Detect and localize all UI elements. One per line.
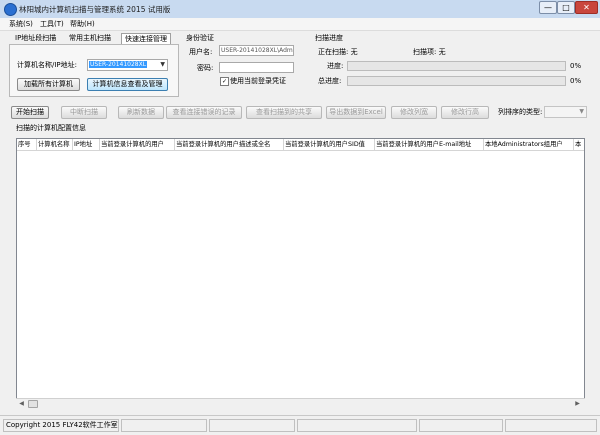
column-header-more[interactable]: 本 — [574, 139, 584, 151]
scanning-status: 正在扫描: 无 — [318, 48, 358, 56]
maximize-icon[interactable]: □ — [557, 1, 575, 14]
view-computer-info-button[interactable]: 计算机信息查看及管理 — [87, 78, 168, 91]
column-header-user-email[interactable]: 当前登录计算机的用户E-mail地址 — [375, 139, 484, 151]
menu-system[interactable]: 系统(S) — [9, 19, 33, 29]
sort-type-label: 列排序的类型: — [498, 108, 543, 116]
username-input[interactable]: USER-20141028XL\Admin — [219, 45, 294, 56]
refresh-data-button[interactable]: 刷新数据 — [118, 106, 164, 119]
view-shares-button[interactable]: 查看扫描到的共享 — [246, 106, 322, 119]
auth-group-title: 身份验证 — [186, 34, 214, 42]
status-cell-5 — [419, 419, 503, 432]
total-progress-bar — [347, 76, 566, 86]
edit-row-height-button[interactable]: 修改行高 — [441, 106, 489, 119]
load-all-computers-button[interactable]: 加载所有计算机 — [17, 78, 80, 91]
column-header-computer-name[interactable]: 计算机名称 — [37, 139, 73, 151]
progress-percent: 0% — [570, 62, 582, 70]
close-icon[interactable]: ✕ — [575, 1, 598, 14]
host-label: 计算机名称/IP地址: — [17, 61, 78, 69]
host-value: USER-20141028XL — [89, 61, 148, 68]
computer-info-table[interactable]: 序号 计算机名称 IP地址 当前登录计算机的用户 当前登录计算机的用户描述或全名… — [16, 138, 585, 409]
total-progress-label: 总进度: — [318, 77, 342, 85]
window-title: 林阳城内计算机扫描与管理系统 2015 试用版 — [19, 5, 171, 14]
scroll-right-icon[interactable]: ▶ — [573, 400, 582, 408]
menu-help[interactable]: 帮助(H) — [70, 19, 95, 29]
horizontal-scrollbar[interactable]: ◀ ▶ — [16, 398, 585, 409]
status-cell-6 — [505, 419, 597, 432]
chevron-down-icon[interactable]: ▼ — [579, 107, 584, 116]
use-current-credentials-label: 使用当前登录凭证 — [230, 77, 286, 85]
progress-group-title: 扫描进度 — [315, 34, 343, 42]
progress-bar — [347, 61, 566, 71]
password-label: 密码: — [197, 64, 214, 72]
app-icon — [4, 3, 17, 16]
column-header-index[interactable]: 序号 — [17, 139, 37, 151]
column-header-local-admins[interactable]: 本地Administrators组用户 — [484, 139, 574, 151]
scrollbar-thumb[interactable] — [28, 400, 38, 408]
column-header-user-description[interactable]: 当前登录计算机的用户描述或全名 — [175, 139, 284, 151]
password-input[interactable] — [219, 62, 294, 73]
status-cell-3 — [209, 419, 295, 432]
column-header-current-user[interactable]: 当前登录计算机的用户 — [100, 139, 175, 151]
status-cell-2 — [121, 419, 207, 432]
sort-type-select[interactable]: ▼ — [544, 106, 587, 118]
use-current-credentials-checkbox[interactable]: ✓ — [220, 77, 229, 86]
menu-tools[interactable]: 工具(T) — [40, 19, 64, 29]
stop-scan-button[interactable]: 中断扫描 — [61, 106, 107, 119]
status-cell-4 — [297, 419, 417, 432]
scroll-left-icon[interactable]: ◀ — [17, 400, 26, 408]
tab-ip-range-scan[interactable]: IP地址段扫描 — [12, 33, 59, 44]
host-combobox[interactable]: USER-20141028XL ▼ — [87, 59, 168, 71]
copyright-text: Copyright 2015 FLY42软件工作室 — [3, 419, 119, 432]
edit-column-width-button[interactable]: 修改列宽 — [391, 106, 437, 119]
chevron-down-icon[interactable]: ▼ — [160, 60, 165, 69]
export-excel-button[interactable]: 导出数据到Excel — [326, 106, 386, 119]
tab-common-host-scan[interactable]: 常用主机扫描 — [66, 33, 114, 44]
column-header-user-sid[interactable]: 当前登录计算机的用户SID值 — [284, 139, 375, 151]
view-error-records-button[interactable]: 查看连接错误的记录 — [166, 106, 242, 119]
start-scan-button[interactable]: 开始扫描 — [11, 106, 49, 119]
table-section-label: 扫描的计算机配置信息 — [16, 124, 86, 132]
progress-label: 进度: — [327, 62, 344, 70]
minimize-icon[interactable]: — — [539, 1, 557, 14]
total-progress-percent: 0% — [570, 77, 582, 85]
column-header-ip[interactable]: IP地址 — [73, 139, 100, 151]
scan-item-status: 扫描项: 无 — [413, 48, 446, 56]
username-label: 用户名: — [189, 48, 213, 56]
